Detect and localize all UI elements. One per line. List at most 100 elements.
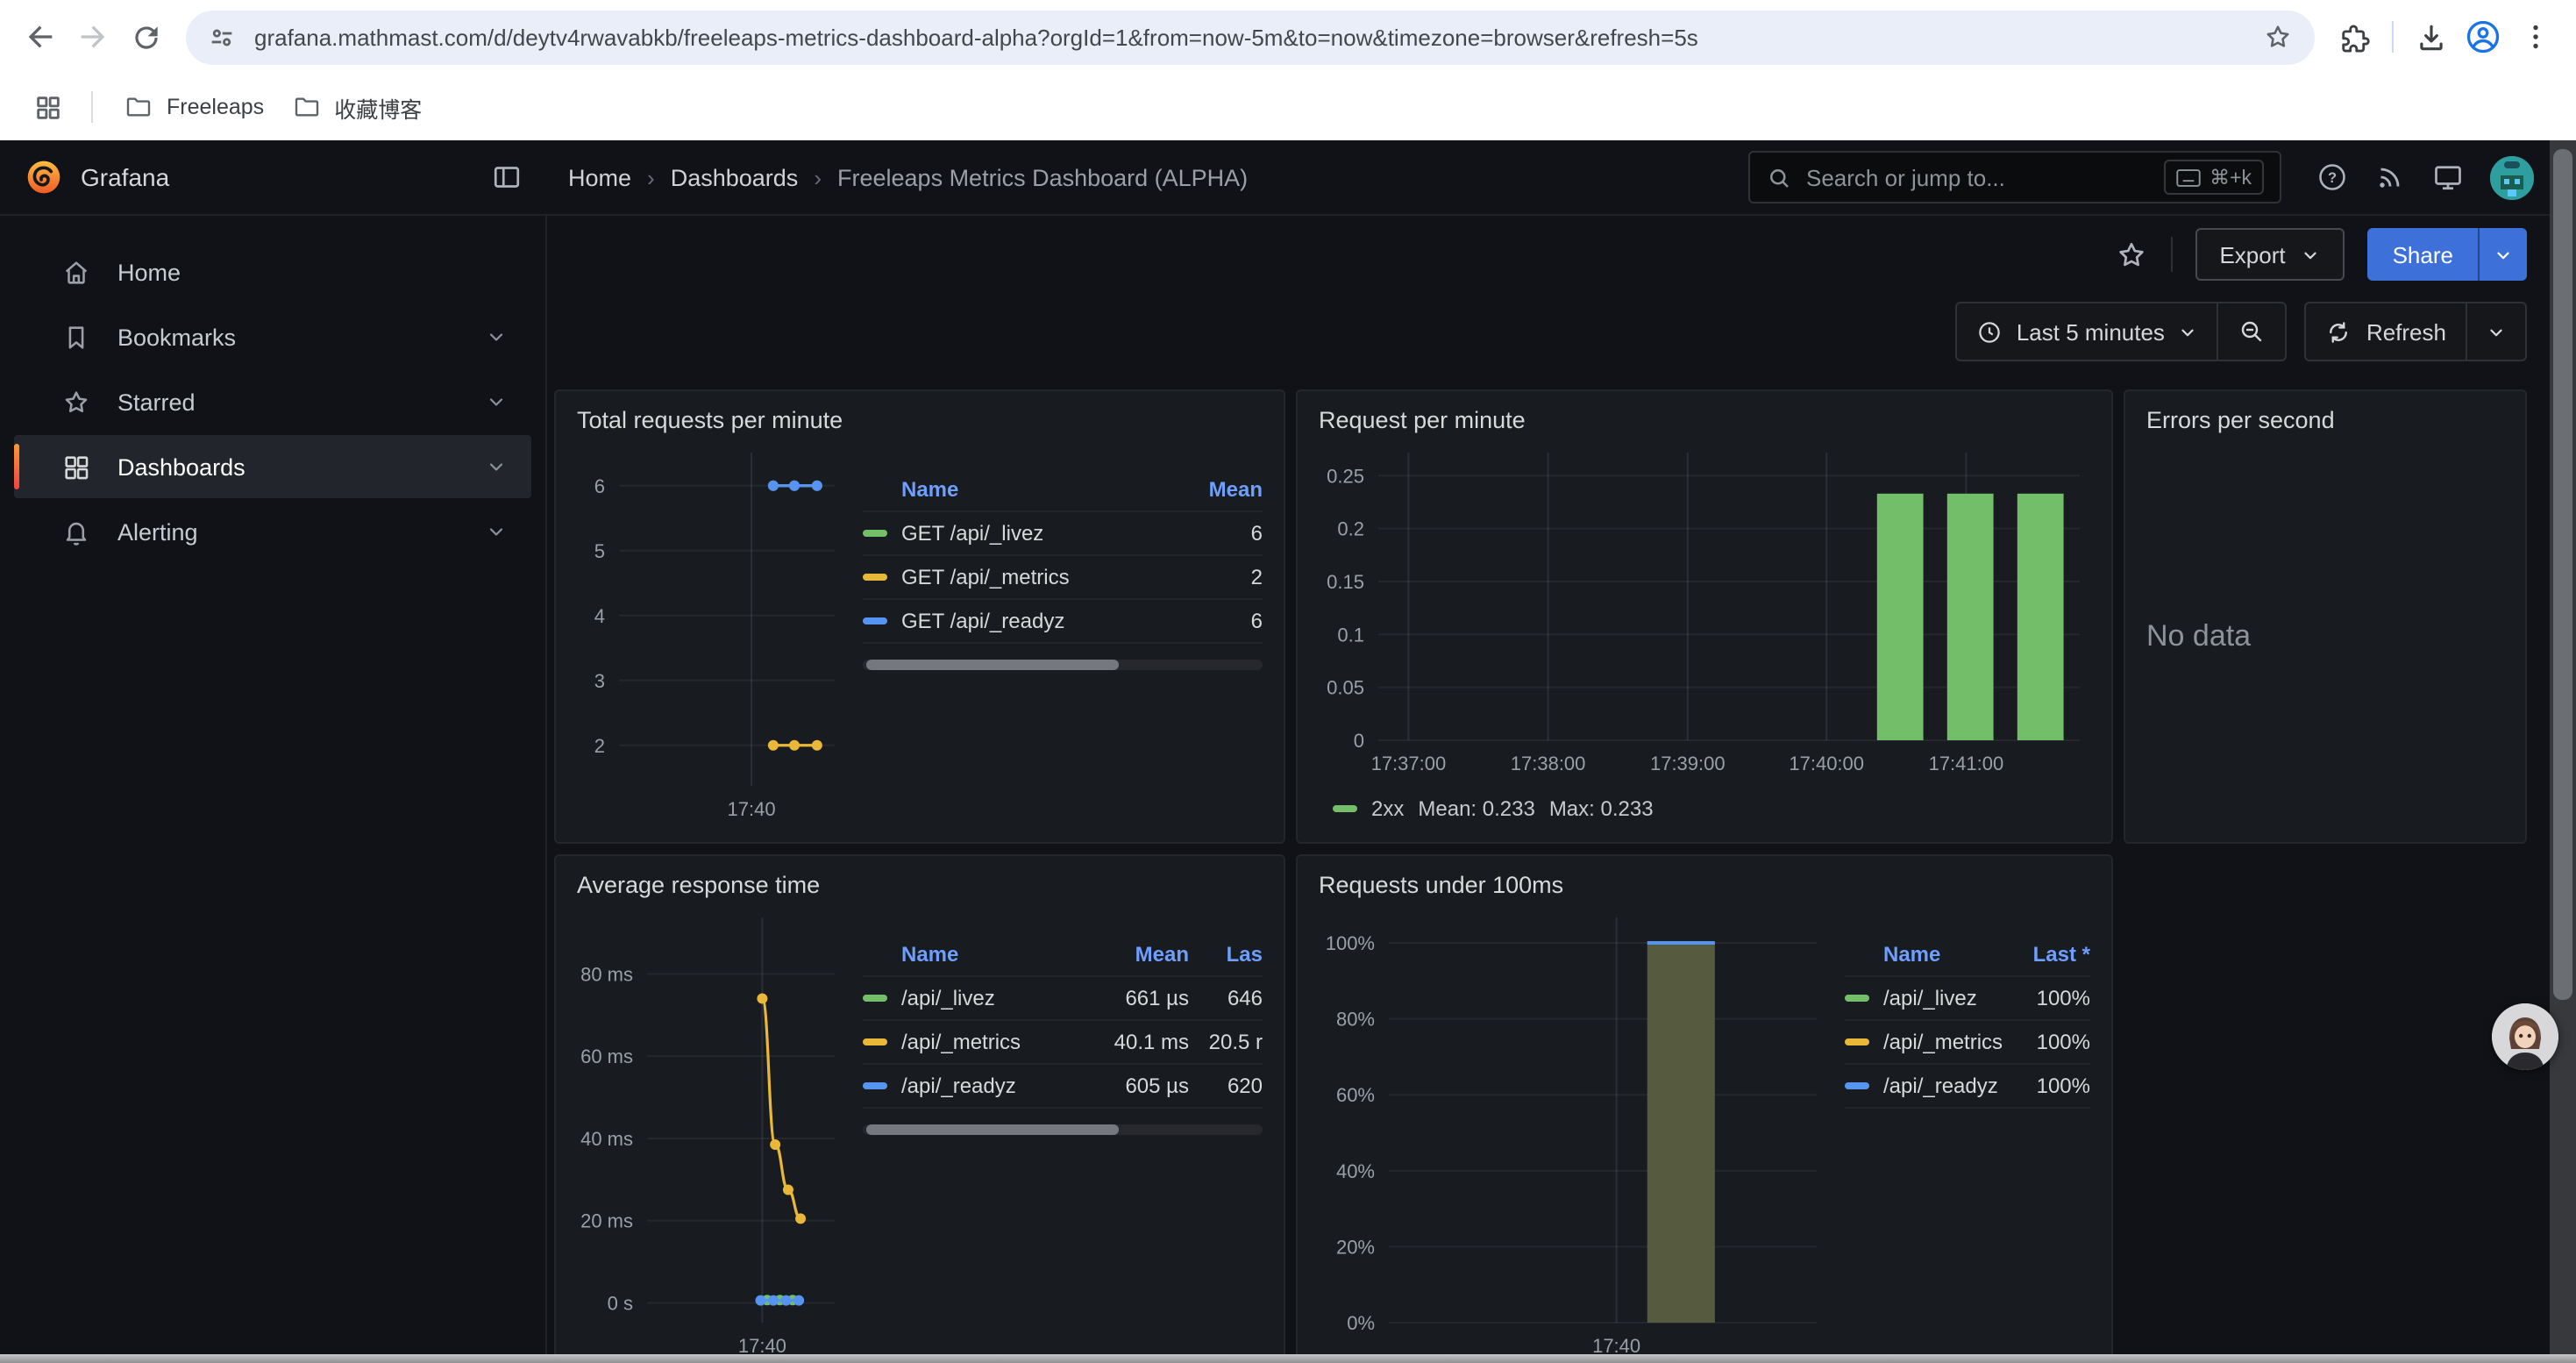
legend-scrollbar-thumb[interactable]	[866, 660, 1118, 670]
time-controls: Last 5 minutes Refresh	[1955, 302, 2527, 361]
share-button[interactable]: Share	[2368, 228, 2478, 281]
legend-column-header[interactable]: Las	[1189, 942, 1263, 967]
apps-grid-button[interactable]	[21, 81, 74, 133]
series-label: /api/_metrics	[901, 1030, 1021, 1054]
help-button[interactable]: ?	[2316, 161, 2348, 193]
panel-title[interactable]: Request per minute	[1319, 402, 2090, 440]
legend-series-name[interactable]: /api/_livez	[1845, 986, 2006, 1010]
user-avatar[interactable]	[2490, 155, 2534, 199]
svg-text:40%: 40%	[1336, 1160, 1375, 1182]
legend-column-header[interactable]: Name	[863, 942, 1080, 967]
series-color-swatch	[1333, 805, 1357, 812]
refresh-button[interactable]: Refresh	[2307, 303, 2466, 360]
legend-value: 605 µs	[1080, 1074, 1189, 1098]
legend-series-name[interactable]: /api/_metrics	[863, 1030, 1080, 1054]
legend-column-header[interactable]: Last *	[2006, 942, 2090, 967]
profile-button[interactable]	[2457, 11, 2509, 63]
legend-series-name[interactable]: /api/_livez	[863, 986, 1080, 1010]
panel-title[interactable]: Average response time	[577, 867, 1263, 905]
window-bottom-edge	[0, 1354, 2576, 1363]
legend-series-name[interactable]: /api/_readyz	[863, 1074, 1080, 1098]
panel-title[interactable]: Errors per second	[2146, 402, 2504, 440]
legend-value: 20.5 r	[1189, 1030, 1263, 1054]
panel-title[interactable]: Total requests per minute	[577, 402, 1263, 440]
legend-row[interactable]: /api/_readyz605 µs620	[863, 1065, 1263, 1109]
sidebar-item-alerting[interactable]: Alerting	[14, 500, 531, 563]
reload-button[interactable]	[119, 11, 172, 63]
chevron-down-icon[interactable]	[486, 391, 507, 412]
legend-series-name[interactable]: /api/_readyz	[1845, 1074, 2006, 1098]
forward-button[interactable]	[67, 11, 119, 63]
site-settings-icon[interactable]	[207, 22, 237, 52]
downloads-button[interactable]	[2404, 11, 2457, 63]
extensions-button[interactable]	[2329, 11, 2381, 63]
news-button[interactable]	[2374, 161, 2406, 193]
legend-row[interactable]: /api/_livez661 µs646	[863, 977, 1263, 1021]
chevron-down-icon[interactable]	[486, 456, 507, 477]
legend-row[interactable]: /api/_metrics40.1 ms20.5 r	[863, 1021, 1263, 1065]
legend-series-name[interactable]: /api/_metrics	[1845, 1030, 2006, 1054]
browser-window: grafana.mathmast.com/d/deytv4rwavabkb/fr…	[0, 0, 2576, 1363]
dashboard-actions: Export Share	[547, 214, 2576, 295]
series-color-swatch	[863, 1082, 887, 1089]
url-text[interactable]: grafana.mathmast.com/d/deytv4rwavabkb/fr…	[254, 24, 2262, 50]
legend-series-name[interactable]: GET /api/_readyz	[863, 609, 1171, 633]
grafana-logo[interactable]	[25, 158, 63, 196]
series-label: /api/_livez	[901, 986, 995, 1010]
browser-menu-button[interactable]	[2509, 11, 2562, 63]
search-input[interactable]: Search or jump to... ⌘+k	[1748, 151, 2281, 203]
chevron-down-icon[interactable]	[486, 521, 507, 542]
legend-series-name[interactable]: GET /api/_metrics	[863, 565, 1171, 589]
breadcrumb: Home › Dashboards › Freeleaps Metrics Da…	[547, 164, 1248, 190]
legend-column-header[interactable]: Name	[1845, 942, 2006, 967]
legend-column-header[interactable]: Mean	[1171, 477, 1263, 502]
forward-arrow-icon	[75, 19, 110, 54]
assistant-avatar-widget[interactable]	[2492, 1003, 2558, 1070]
legend-scrollbar-thumb[interactable]	[866, 1124, 1118, 1135]
header-icons: ?	[2281, 155, 2576, 199]
zoom-out-button[interactable]	[2217, 303, 2286, 360]
legend-item[interactable]: 2xxMean: 0.233Max: 0.233	[1333, 796, 1654, 821]
brand-name: Grafana	[81, 163, 169, 191]
svg-text:0 s: 0 s	[608, 1292, 633, 1314]
legend-horizontal-scrollbar[interactable]	[863, 1124, 1263, 1135]
back-button[interactable]	[14, 11, 67, 63]
share-menu-button[interactable]	[2478, 228, 2527, 281]
page-scrollbar[interactable]	[2550, 140, 2576, 1354]
legend-row[interactable]: GET /api/_readyz6	[863, 600, 1263, 644]
legend-column-header[interactable]: Name	[863, 477, 1171, 502]
chevron-down-icon[interactable]	[486, 326, 507, 347]
dock-menu-button[interactable]	[491, 161, 523, 193]
favorite-dashboard-button[interactable]	[2114, 238, 2147, 271]
panel-title[interactable]: Requests under 100ms	[1319, 867, 2090, 905]
legend-row[interactable]: GET /api/_metrics2	[863, 556, 1263, 600]
extensions-puzzle-icon	[2338, 20, 2372, 54]
svg-text:6: 6	[594, 475, 605, 497]
legend-horizontal-scrollbar[interactable]	[863, 660, 1263, 670]
breadcrumb-dashboards[interactable]: Dashboards	[671, 164, 799, 190]
refresh-interval-button[interactable]	[2466, 303, 2525, 360]
legend-series-name[interactable]: GET /api/_livez	[863, 521, 1171, 546]
sidebar-item-home[interactable]: Home	[14, 240, 531, 303]
bell-icon	[61, 517, 91, 546]
scrollbar-thumb[interactable]	[2553, 149, 2572, 1000]
url-bar[interactable]: grafana.mathmast.com/d/deytv4rwavabkb/fr…	[186, 10, 2315, 64]
bookmark-folder-freeleaps[interactable]: Freeleaps	[110, 86, 278, 128]
sidebar-item-dashboards[interactable]: Dashboards	[14, 435, 531, 498]
legend-column-header[interactable]: Mean	[1080, 942, 1189, 967]
legend-row[interactable]: /api/_livez100%	[1845, 977, 2090, 1021]
legend-row[interactable]: /api/_readyz100%	[1845, 1065, 2090, 1109]
kebab-menu-icon	[2520, 21, 2551, 53]
breadcrumb-home[interactable]: Home	[568, 164, 631, 190]
bookmark-folder-blogs[interactable]: 收藏博客	[278, 83, 436, 131]
screen-button[interactable]	[2432, 161, 2464, 193]
svg-text:0%: 0%	[1347, 1312, 1375, 1334]
legend-row[interactable]: GET /api/_livez6	[863, 512, 1263, 556]
export-button[interactable]: Export	[2195, 228, 2345, 281]
legend-row[interactable]: /api/_metrics100%	[1845, 1021, 2090, 1065]
time-picker-group: Last 5 minutes	[1955, 302, 2288, 361]
bookmark-star-icon[interactable]	[2262, 21, 2294, 53]
time-range-picker[interactable]: Last 5 minutes	[1957, 303, 2217, 360]
sidebar-item-starred[interactable]: Starred	[14, 370, 531, 433]
sidebar-item-bookmarks[interactable]: Bookmarks	[14, 305, 531, 368]
